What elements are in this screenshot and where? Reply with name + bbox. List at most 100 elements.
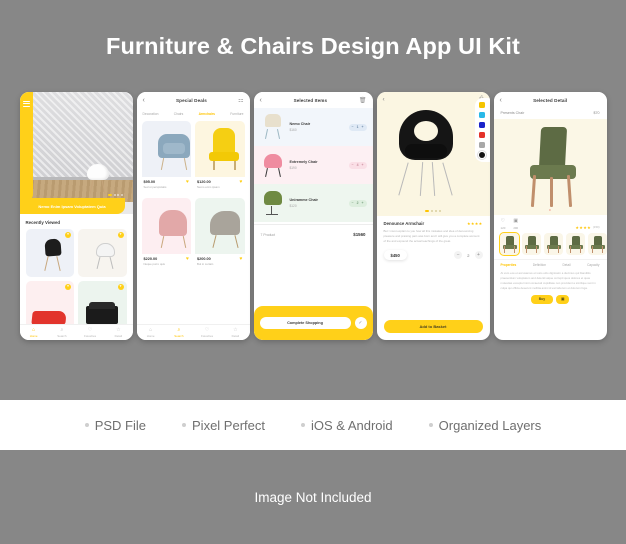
plus-icon[interactable]: +	[362, 163, 364, 167]
swatch-blue[interactable]	[479, 122, 485, 128]
tab-definition[interactable]: Definition	[533, 263, 546, 267]
thumbnail-item[interactable]	[565, 232, 585, 255]
thumbnail-item[interactable]	[543, 232, 563, 255]
heart-icon[interactable]: ♥	[240, 257, 243, 262]
plus-icon[interactable]: +	[362, 201, 364, 205]
tab-favorites[interactable]: ♡ Favorites	[193, 327, 221, 339]
buy-button[interactable]: Buy	[530, 294, 554, 304]
cart-item-row[interactable]: Extremely Chair $190 − 4 +	[253, 146, 373, 184]
heart-icon[interactable]: ♥	[65, 232, 71, 238]
heart-icon[interactable]: ♥	[186, 180, 189, 185]
cart-item-row[interactable]: Uniramme Chair $120 − 2 +	[253, 184, 373, 222]
hero-carousel-dots[interactable]	[108, 194, 123, 196]
chevron-left-icon[interactable]: ‹	[383, 96, 385, 103]
recently-viewed-title: Recently Viewed	[25, 220, 61, 225]
product-card[interactable]: ♥	[25, 229, 74, 277]
minus-icon[interactable]: −	[454, 251, 463, 260]
chevron-left-icon[interactable]: ‹	[500, 97, 502, 104]
tab-search[interactable]: ⌕ Search	[165, 327, 193, 339]
tab-home[interactable]: ⌂ Home	[20, 327, 48, 339]
minus-icon[interactable]: −	[352, 125, 354, 129]
tab-search[interactable]: ⌕ Search	[48, 327, 76, 339]
product-description: But I must explain to you how all this m…	[383, 229, 480, 244]
product-image	[141, 198, 191, 254]
product-card[interactable]: ♥	[78, 281, 127, 329]
swatch-black-selected[interactable]	[477, 150, 487, 160]
plus-icon[interactable]: +	[474, 251, 483, 260]
bottom-tabbar[interactable]: ⌂ Home ⌕ Search ♡ Favorites ☆ Detail	[136, 324, 250, 340]
bag-icon[interactable]: ▣	[556, 294, 570, 304]
category-armchairs[interactable]: Armchairs	[199, 112, 215, 116]
deal-desc: But in certain	[197, 262, 214, 266]
swatch-cyan[interactable]	[479, 112, 485, 118]
chevron-left-icon[interactable]: ‹	[143, 97, 145, 104]
swatch-gray[interactable]	[479, 142, 485, 148]
category-furniture[interactable]: Furniture	[230, 112, 243, 116]
thumbnail-item[interactable]	[498, 231, 520, 256]
heart-icon[interactable]: ♥	[117, 284, 124, 290]
category-chairs[interactable]: Chairs	[174, 112, 184, 116]
header: Furniture & Chairs Design App UI Kit	[0, 0, 626, 92]
tab-detail[interactable]: Detail	[562, 263, 570, 267]
quantity-stepper[interactable]: − 1 +	[348, 123, 367, 131]
bottom-tabbar[interactable]: ⌂ Home ⌕ Search ♡ Favorites ☆ Detail	[19, 324, 133, 340]
deal-desc: Nemo enim ipsam	[197, 185, 220, 189]
swatch-red[interactable]	[479, 132, 485, 138]
category-decoration[interactable]: Decoration	[143, 112, 159, 116]
heart-icon[interactable]: ♥	[186, 257, 189, 262]
deal-price: $120.00	[197, 180, 211, 184]
bullet-icon	[301, 423, 305, 427]
swatch-yellow[interactable]	[479, 102, 485, 108]
quantity-stepper[interactable]: − 2 +	[348, 199, 367, 207]
tab-capacity[interactable]: Capacity	[587, 263, 599, 267]
image-carousel-dots[interactable]	[377, 210, 490, 212]
deal-card[interactable]: $120.00 Nemo enim ipsam ♥	[195, 121, 245, 194]
heart-icon[interactable]: ♥	[240, 180, 243, 185]
cart-item-name: Extremely Chair	[289, 160, 318, 165]
rating-stars: ★★★★	[575, 224, 591, 230]
hamburger-menu-icon[interactable]	[22, 101, 30, 108]
tab-properties[interactable]: Properties	[501, 263, 517, 267]
chevron-left-icon[interactable]: ‹	[260, 97, 262, 104]
minus-icon[interactable]: −	[352, 163, 354, 167]
deals-grid: $95.00 Sed ut perspiciatis ♥ $120.00 Nem…	[137, 121, 250, 271]
product-thumbnail	[260, 113, 286, 141]
heart-icon[interactable]: ♥	[65, 284, 71, 290]
plus-icon[interactable]: +	[362, 125, 364, 129]
ui-kit-presentation: Furniture & Chairs Design App UI Kit Nem…	[0, 0, 626, 544]
heart-icon[interactable]: ♥	[117, 232, 124, 238]
thumbnail-item[interactable]	[521, 232, 541, 255]
phone-screen-product-detail: ‹ ⎙	[376, 92, 490, 340]
detail-tabs[interactable]: Properties Definition Detail Capacity	[493, 258, 607, 271]
cart-item-price: $160	[289, 127, 297, 132]
category-tabs[interactable]: Decoration Chairs Armchairs Furniture	[137, 108, 250, 121]
tab-detail[interactable]: ☆ Detail	[104, 327, 132, 339]
thumbnail-item[interactable]	[587, 232, 607, 255]
deal-card[interactable]: $220.00 Neque porro quis ♥	[141, 198, 191, 271]
product-card[interactable]: ♥	[25, 281, 74, 329]
armchair-image	[395, 110, 457, 198]
detail-actions[interactable]: Buy ▣	[494, 291, 607, 310]
quantity-stepper[interactable]: − 2 +	[454, 251, 483, 260]
check-icon[interactable]: ✓	[354, 317, 367, 329]
add-to-basket-button[interactable]: Add to Basket	[383, 320, 483, 333]
cart-summary: 7 Product $1560	[253, 224, 373, 244]
tab-body-text: At vero eos et accusamus et iusto odio d…	[500, 270, 596, 290]
minus-icon[interactable]: −	[352, 201, 354, 205]
cart-footer: Complete Shopping ✓	[253, 306, 373, 340]
complete-shopping-button[interactable]: Complete Shopping	[259, 317, 351, 329]
tab-detail[interactable]: ☆ Detail	[221, 327, 249, 339]
quantity-stepper[interactable]: − 4 +	[348, 161, 367, 169]
color-swatch-list[interactable]	[474, 98, 490, 162]
cart-item-row[interactable]: Nemo Chair $160 − 1 +	[253, 108, 373, 146]
thumbnail-strip[interactable]	[494, 231, 607, 259]
trash-icon[interactable]: 🗑	[359, 97, 367, 104]
cart-topbar: ‹ Selected Items 🗑	[253, 92, 373, 108]
tab-home[interactable]: ⌂ Home	[137, 327, 165, 339]
tab-favorites[interactable]: ♡ Favorites	[76, 327, 104, 339]
carousel-indicator[interactable]: •	[494, 207, 607, 212]
filter-icon[interactable]: ⚏	[238, 97, 243, 104]
deal-card[interactable]: $95.00 Sed ut perspiciatis ♥	[141, 121, 191, 194]
product-card[interactable]: ♥	[78, 229, 127, 277]
deal-card[interactable]: $200.00 But in certain ♥	[195, 198, 245, 271]
